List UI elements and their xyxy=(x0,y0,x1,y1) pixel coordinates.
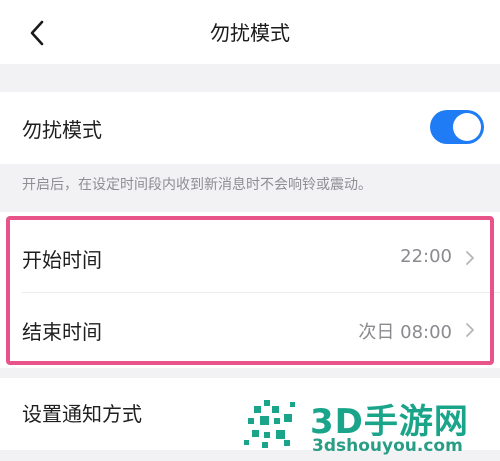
end-time-value: 次日 08:00 xyxy=(358,322,452,343)
start-time-label: 开始时间 xyxy=(22,248,102,272)
start-time-row[interactable]: 开始时间 22:00 xyxy=(0,220,500,292)
end-time-row[interactable]: 结束时间 次日 08:00 xyxy=(0,292,500,364)
nav-bar: 勿扰模式 xyxy=(0,0,500,64)
watermark: 3D手游网 3dshouyou.com xyxy=(240,392,500,460)
chevron-right-icon xyxy=(466,323,474,337)
toggle-knob xyxy=(453,113,481,141)
brand-logo-icon xyxy=(244,400,295,448)
dnd-row: 勿扰模式 xyxy=(0,92,500,164)
notify-method-label: 设置通知方式 xyxy=(22,402,142,426)
dnd-toggle[interactable] xyxy=(430,110,484,144)
dnd-hint-text: 开启后，在设定时间段内收到新消息时不会响铃或震动。 xyxy=(22,177,372,193)
page-title: 勿扰模式 xyxy=(210,21,290,45)
end-time-label: 结束时间 xyxy=(22,320,102,344)
watermark-domain: 3dshouyou.com xyxy=(312,436,463,456)
dnd-label: 勿扰模式 xyxy=(22,118,102,142)
schedule-card: 开始时间 22:00 结束时间 次日 08:00 xyxy=(0,212,500,368)
chevron-right-icon xyxy=(466,251,474,265)
section-gap xyxy=(0,64,500,92)
start-time-value: 22:00 xyxy=(400,246,452,267)
